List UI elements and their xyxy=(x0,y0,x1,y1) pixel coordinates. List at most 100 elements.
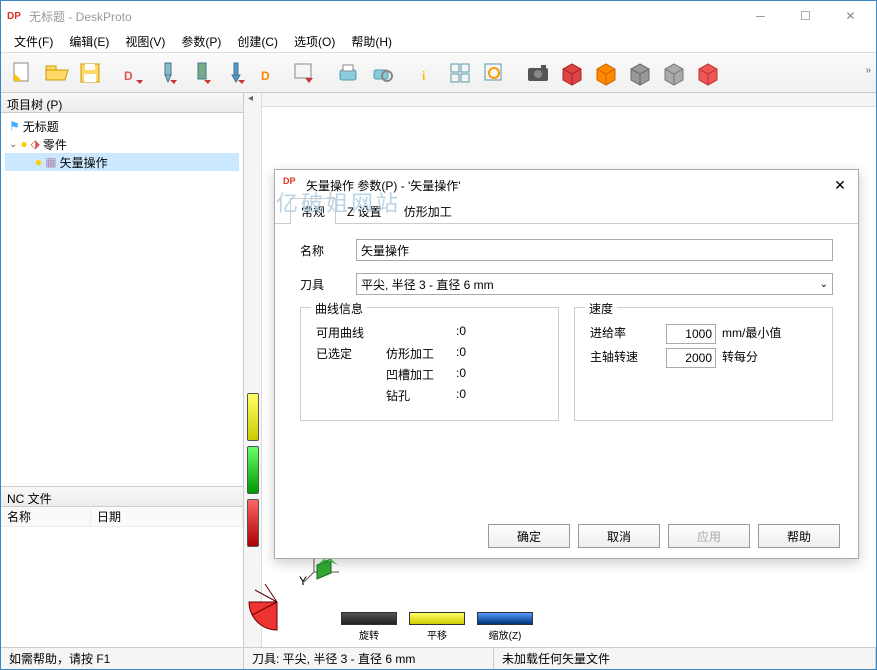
tree-vector-op[interactable]: ● ▦ 矢量操作 xyxy=(5,153,239,171)
help-button[interactable]: 帮助 xyxy=(758,524,840,548)
tool-export[interactable] xyxy=(288,57,320,89)
part-icon: ⬗ xyxy=(31,137,40,151)
menu-help[interactable]: 帮助(H) xyxy=(343,31,400,52)
feedrate-input[interactable] xyxy=(666,324,716,344)
app-logo: DP xyxy=(4,6,24,26)
nc-col-date[interactable]: 日期 xyxy=(91,506,243,527)
ruler-corner-icon: ◂ xyxy=(248,93,253,104)
cube-gray1[interactable] xyxy=(624,57,656,89)
tool-drill3[interactable] xyxy=(220,57,252,89)
dialog-close-button[interactable]: ✕ xyxy=(830,177,850,194)
orientation-dial[interactable] xyxy=(247,580,307,632)
tree-part[interactable]: ⌄ ● ⬗ 零件 xyxy=(5,135,239,153)
print-preview-button[interactable] xyxy=(366,57,398,89)
svg-text:i: i xyxy=(422,69,425,83)
menu-params[interactable]: 参数(P) xyxy=(173,31,229,52)
menu-create[interactable]: 创建(C) xyxy=(229,31,286,52)
close-button[interactable]: ✕ xyxy=(828,2,873,30)
tool-select-value: 平尖, 半径 3 - 直径 6 mm xyxy=(361,276,494,293)
cancel-button[interactable]: 取消 xyxy=(578,524,660,548)
light-red xyxy=(247,499,259,547)
dialog-body: 名称 刀具 平尖, 半径 3 - 直径 6 mm ⌄ 曲线信息 可用曲线: 0 … xyxy=(275,224,858,514)
dialog-titlebar[interactable]: DP 矢量操作 参数(P) - '矢量操作' ✕ xyxy=(275,170,858,200)
info-button[interactable]: i xyxy=(410,57,442,89)
tool-d[interactable]: D xyxy=(118,57,150,89)
status-lights xyxy=(244,393,259,547)
flag-icon: ⚑ xyxy=(9,119,20,133)
tree-root[interactable]: ⚑ 无标题 xyxy=(5,117,239,135)
new-button[interactable] xyxy=(6,57,38,89)
zoom-mode-button[interactable]: 缩放(Z) xyxy=(475,612,535,642)
speed-legend: 速度 xyxy=(585,300,617,317)
curve-info-group: 曲线信息 可用曲线: 0 已选定仿形加工: 0 凹槽加工: 0 钻孔: 0 xyxy=(300,307,559,421)
spindle-input[interactable] xyxy=(666,348,716,368)
pan-button[interactable]: 平移 xyxy=(407,612,467,642)
tool-orange-d[interactable]: D xyxy=(254,57,286,89)
ruler-top xyxy=(262,93,876,107)
nc-file-list[interactable]: 名称 日期 xyxy=(1,507,243,647)
bulb-icon: ● xyxy=(35,155,42,169)
available-curves-value: 0 xyxy=(459,324,489,341)
menu-file[interactable]: 文件(F) xyxy=(6,31,61,52)
status-help: 如需帮助，请按 F1 xyxy=(1,648,244,669)
menu-view[interactable]: 视图(V) xyxy=(117,31,173,52)
name-input[interactable] xyxy=(356,239,833,261)
tree-root-label: 无标题 xyxy=(23,118,59,135)
minimize-button[interactable]: ─ xyxy=(738,2,783,30)
name-label: 名称 xyxy=(300,242,356,259)
drill-value: 0 xyxy=(459,387,489,404)
spindle-unit: 转每分 xyxy=(722,348,758,368)
light-green xyxy=(247,446,259,494)
tool-drill2[interactable] xyxy=(186,57,218,89)
feedrate-label: 进给率 xyxy=(590,324,660,344)
toolbar-overflow-icon[interactable]: » xyxy=(865,65,871,76)
svg-text:D: D xyxy=(261,69,270,83)
open-button[interactable] xyxy=(40,57,72,89)
tab-profiling[interactable]: 仿形加工 xyxy=(393,198,463,224)
tree-part-label: 零件 xyxy=(43,136,67,153)
drill-sub: 钻孔 xyxy=(386,387,456,404)
project-tree-title: 项目树 (P) xyxy=(1,93,243,113)
expand-icon[interactable]: ⌄ xyxy=(9,139,17,150)
menu-options[interactable]: 选项(O) xyxy=(286,31,343,52)
menubar: 文件(F) 编辑(E) 视图(V) 参数(P) 创建(C) 选项(O) 帮助(H… xyxy=(1,31,876,53)
selected-label: 已选定 xyxy=(316,345,386,362)
pocket-value: 0 xyxy=(459,366,489,383)
vector-icon: ▦ xyxy=(45,155,56,169)
project-tree[interactable]: ⚑ 无标题 ⌄ ● ⬗ 零件 ● ▦ 矢量操作 xyxy=(1,113,243,487)
menu-edit[interactable]: 编辑(E) xyxy=(61,31,117,52)
bulb-icon: ● xyxy=(20,137,27,151)
camera-button[interactable] xyxy=(522,57,554,89)
ok-button[interactable]: 确定 xyxy=(488,524,570,548)
tool-select[interactable]: 平尖, 半径 3 - 直径 6 mm ⌄ xyxy=(356,273,833,295)
nc-title: NC 文件 xyxy=(1,487,243,507)
print-button[interactable] xyxy=(332,57,364,89)
curve-info-legend: 曲线信息 xyxy=(311,300,367,317)
nc-header: 名称 日期 xyxy=(1,507,243,527)
speed-group: 速度 进给率mm/最小值 主轴转速转每分 xyxy=(574,307,833,421)
tool-drill1[interactable] xyxy=(152,57,184,89)
chevron-down-icon: ⌄ xyxy=(820,279,828,290)
apply-button[interactable]: 应用 xyxy=(668,524,750,548)
tab-general[interactable]: 常规 xyxy=(290,198,336,224)
zoom-button[interactable] xyxy=(478,57,510,89)
dialog-buttons: 确定 取消 应用 帮助 xyxy=(275,514,858,558)
cube-gray2[interactable] xyxy=(658,57,690,89)
grid-view-button[interactable] xyxy=(444,57,476,89)
rotate-button[interactable]: 旋转 xyxy=(339,612,399,642)
tab-z-settings[interactable]: Z 设置 xyxy=(336,198,393,224)
titlebar: DP 无标题 - DeskProto ─ ☐ ✕ xyxy=(1,1,876,31)
cube-red2[interactable] xyxy=(692,57,724,89)
toolbar: D D i xyxy=(1,53,876,93)
ruler-left xyxy=(244,93,262,647)
statusbar: 如需帮助，请按 F1 刀具: 平尖, 半径 3 - 直径 6 mm 未加载任何矢… xyxy=(1,647,876,669)
dialog-title: 矢量操作 参数(P) - '矢量操作' xyxy=(306,177,830,194)
feedrate-unit: mm/最小值 xyxy=(722,324,781,344)
nc-col-name[interactable]: 名称 xyxy=(1,506,91,527)
cube-red1[interactable] xyxy=(556,57,588,89)
status-tool: 刀具: 平尖, 半径 3 - 直径 6 mm xyxy=(244,648,494,669)
save-button[interactable] xyxy=(74,57,106,89)
tree-vector-label: 矢量操作 xyxy=(60,154,108,171)
cube-orange[interactable] xyxy=(590,57,622,89)
maximize-button[interactable]: ☐ xyxy=(783,2,828,30)
